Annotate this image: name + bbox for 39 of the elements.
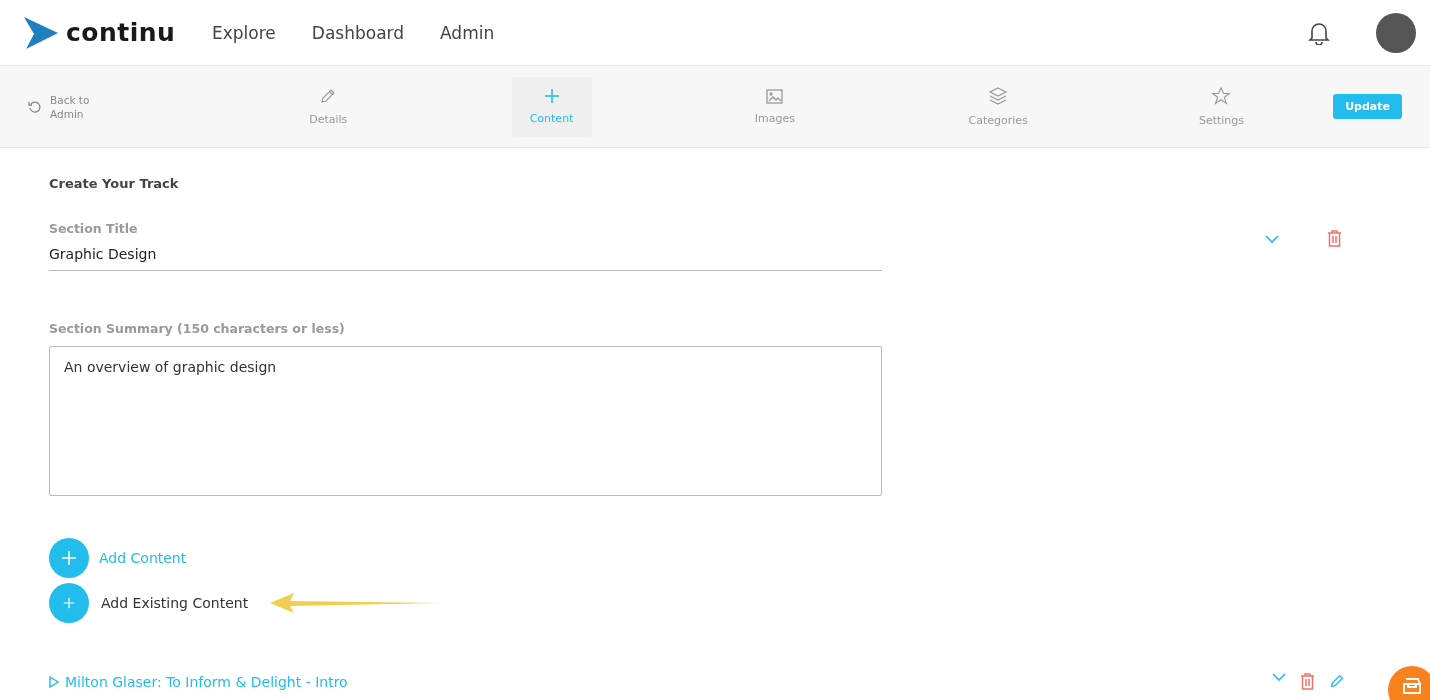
- add-button[interactable]: [49, 538, 89, 578]
- field-label: Section Summary (150 characters or less): [49, 321, 346, 336]
- layers-icon: [988, 86, 1009, 106]
- nav-link[interactable]: Dashboard: [311, 22, 405, 43]
- add-link[interactable]: Add Existing Content: [101, 595, 249, 611]
- plus-icon: [61, 550, 77, 566]
- trash-icon: [1300, 673, 1315, 690]
- tab[interactable]: Categories: [958, 76, 1039, 137]
- trash-icon: [1327, 230, 1342, 247]
- plus-icon: [543, 88, 560, 104]
- play-icon: [49, 675, 59, 688]
- tab[interactable]: Settings: [1181, 76, 1262, 137]
- chevron-down-icon: [1265, 234, 1279, 243]
- logo-text: continu: [66, 18, 176, 47]
- undo-icon: [28, 99, 42, 114]
- plus-icon: [63, 597, 75, 609]
- nav-link[interactable]: Admin: [440, 22, 495, 43]
- title-field[interactable]: Graphic Design: [49, 246, 882, 271]
- nav-link[interactable]: Explore: [212, 22, 276, 43]
- logo-icon: [24, 16, 58, 49]
- bell-icon[interactable]: [1308, 20, 1330, 45]
- add-link[interactable]: Add Content: [99, 550, 187, 566]
- content-item-link[interactable]: Milton Glaser: To Inform & Delight - Intro: [65, 673, 348, 690]
- back-text: Back to Admin: [50, 92, 91, 121]
- tab[interactable]: Content: [511, 76, 592, 137]
- back-link[interactable]: Back to Admin: [28, 92, 217, 121]
- star-icon: [1211, 86, 1232, 106]
- chevron-down-icon: [1272, 673, 1286, 681]
- inbox-icon: [1402, 677, 1422, 695]
- update-button[interactable]: Update: [1333, 94, 1402, 119]
- pencil-icon: [1329, 673, 1345, 689]
- summary-field[interactable]: An overview of graphic design: [49, 346, 882, 496]
- tab[interactable]: Images: [734, 76, 815, 137]
- image-icon: [766, 88, 784, 104]
- add-button[interactable]: [49, 583, 89, 623]
- avatar[interactable]: [1376, 12, 1416, 53]
- page-heading: Create Your Track: [49, 176, 180, 191]
- tab[interactable]: Details: [288, 76, 369, 137]
- field-label: Section Title: [49, 221, 139, 236]
